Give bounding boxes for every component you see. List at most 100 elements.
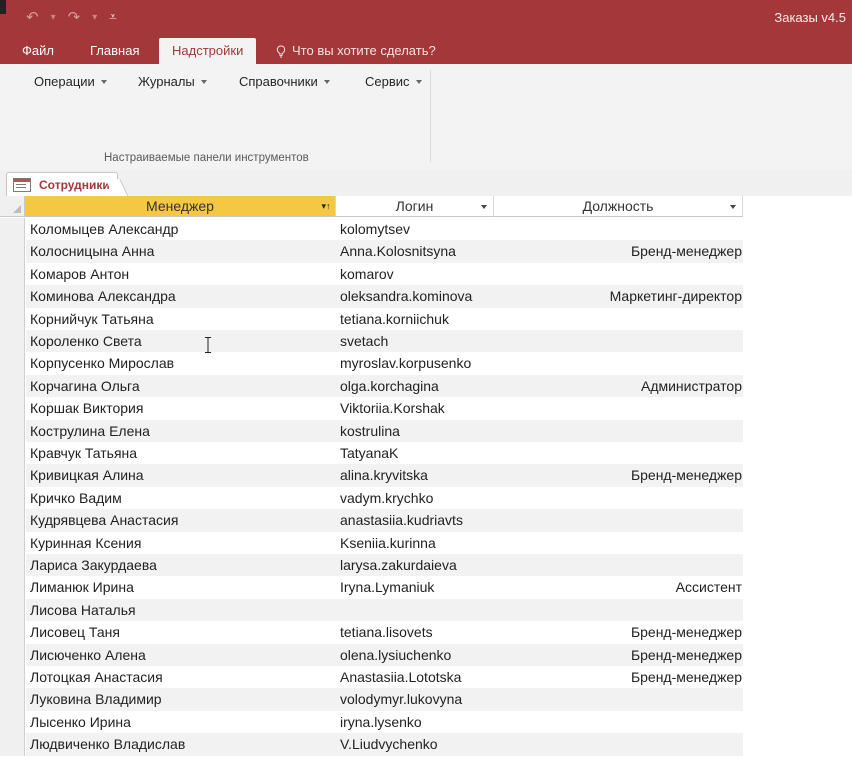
- cell-manager[interactable]: Комаров Антон: [26, 263, 336, 285]
- sort-filter-icon[interactable]: ▾↑: [321, 201, 331, 211]
- cell-login[interactable]: volodymyr.lukovyna: [336, 688, 494, 711]
- cell-manager[interactable]: Лисюченко Алена: [26, 643, 336, 666]
- table-row[interactable]: Кострулина Елена kostrulina: [0, 419, 743, 442]
- cell-manager[interactable]: Коломыцев Александр: [26, 218, 336, 240]
- row-selector[interactable]: [0, 419, 25, 442]
- table-row[interactable]: Лисюченко Алена olena.lysiuchenko Бренд-ме…: [0, 643, 743, 666]
- redo-icon[interactable]: ↷: [68, 8, 83, 26]
- cell-position[interactable]: Бренд-менеджер: [494, 666, 743, 688]
- cell-manager[interactable]: Кривицкая Алина: [26, 464, 336, 487]
- tab-home[interactable]: Главная: [90, 38, 139, 64]
- row-selector[interactable]: [0, 688, 25, 711]
- cell-manager[interactable]: Людвиченко Владислав: [26, 733, 336, 756]
- undo-icon[interactable]: ↶: [26, 8, 41, 26]
- cell-login[interactable]: anastasiia.kudriavts: [336, 509, 494, 532]
- cell-position[interactable]: [494, 598, 743, 622]
- row-selector[interactable]: [0, 240, 25, 263]
- column-header-login[interactable]: Логин: [336, 196, 494, 217]
- table-row[interactable]: Кравчук Татьяна TatyanaK: [0, 442, 743, 465]
- cell-login[interactable]: V.Liudvychenko: [336, 733, 494, 756]
- row-selector[interactable]: [0, 262, 25, 286]
- cell-position[interactable]: Бренд-менеджер: [494, 240, 743, 263]
- table-row[interactable]: Луковина Владимир volodymyr.lukovyna: [0, 688, 743, 711]
- cell-manager[interactable]: Кравчук Татьяна: [26, 442, 336, 464]
- cell-login[interactable]: olena.lysiuchenko: [336, 643, 494, 666]
- table-row[interactable]: Колосницына Анна Anna.Kolosnitsyna Бренд-м…: [0, 240, 743, 263]
- journals-menu-button[interactable]: Журналы: [138, 74, 207, 89]
- cell-position[interactable]: Бренд-менеджер: [494, 643, 743, 666]
- cell-login[interactable]: vadym.krychko: [336, 487, 494, 509]
- cell-manager[interactable]: Кудрявцева Анастасия: [26, 509, 336, 532]
- table-row[interactable]: Коршак Виктория Viktoriia.Korshak: [0, 397, 743, 420]
- table-row[interactable]: Короленко Света svetach: [0, 330, 743, 353]
- undo-dropdown-icon[interactable]: ▾: [51, 12, 58, 23]
- table-row[interactable]: Лариса Закурдаева larysa.zakurdaieva: [0, 554, 743, 577]
- cell-position[interactable]: Бренд-менеджер: [494, 464, 743, 487]
- references-menu-button[interactable]: Справочники: [239, 74, 330, 89]
- table-row[interactable]: Лотоцкая Анастасия Anastasiia.Lototska Бре…: [0, 666, 743, 689]
- row-selector[interactable]: [0, 733, 25, 756]
- cell-position[interactable]: [494, 688, 743, 711]
- cell-position[interactable]: [494, 711, 743, 733]
- cell-login[interactable]: olga.korchagina: [336, 374, 494, 398]
- table-row[interactable]: Лисова Наталья: [0, 598, 743, 622]
- cell-login[interactable]: kostrulina: [336, 419, 494, 442]
- cell-manager[interactable]: Короленко Света: [26, 330, 336, 353]
- table-row[interactable]: Лисовец Таня tetiana.lisovets Бренд-менедж…: [0, 621, 743, 644]
- table-row[interactable]: Коминова Александра oleksandra.kominova Ма…: [0, 285, 743, 308]
- cell-position[interactable]: [494, 733, 743, 756]
- cell-login[interactable]: kolomytsev: [336, 218, 494, 240]
- cell-position[interactable]: [494, 554, 743, 577]
- cell-login[interactable]: svetach: [336, 330, 494, 353]
- cell-manager[interactable]: Корнийчук Татьяна: [26, 308, 336, 330]
- cell-manager[interactable]: Кострулина Елена: [26, 419, 336, 442]
- tab-addins[interactable]: Надстройки: [159, 38, 257, 64]
- cell-manager[interactable]: Кричко Вадим: [26, 487, 336, 509]
- cell-manager[interactable]: Лотоцкая Анастасия: [26, 666, 336, 688]
- cell-position[interactable]: [494, 509, 743, 532]
- row-selector[interactable]: [0, 554, 25, 577]
- redo-dropdown-icon[interactable]: ▾: [92, 12, 99, 23]
- cell-manager[interactable]: Коминова Александра: [26, 285, 336, 308]
- row-selector[interactable]: [0, 598, 25, 622]
- cell-login[interactable]: oleksandra.kominova: [336, 285, 494, 308]
- cell-login[interactable]: myroslav.korpusenko: [336, 352, 494, 374]
- row-selector[interactable]: [0, 710, 25, 734]
- cell-position[interactable]: [494, 419, 743, 442]
- cell-manager[interactable]: Лисова Наталья: [26, 598, 336, 622]
- row-selector[interactable]: [0, 330, 25, 353]
- cell-login[interactable]: tetiana.korniichuk: [336, 308, 494, 330]
- operations-menu-button[interactable]: Операции: [34, 74, 107, 89]
- cell-position[interactable]: Ассистент: [494, 576, 743, 598]
- chevron-down-icon[interactable]: [730, 205, 736, 209]
- table-row[interactable]: Кричко Вадим vadym.krychko: [0, 486, 743, 510]
- row-selector[interactable]: [0, 464, 25, 487]
- cell-manager[interactable]: Лариса Закурдаева: [26, 554, 336, 577]
- tell-me-search[interactable]: Что вы хотите сделать?: [276, 38, 436, 64]
- cell-login[interactable]: komarov: [336, 263, 494, 285]
- row-selector[interactable]: [0, 307, 25, 330]
- table-row[interactable]: Корпусенко Мирослав myroslav.korpusenko: [0, 352, 743, 375]
- row-selector[interactable]: [0, 576, 25, 599]
- cell-login[interactable]: Anastasiia.Lototska: [336, 666, 494, 688]
- row-selector[interactable]: [0, 285, 25, 308]
- tab-employees[interactable]: Сотрудники: [6, 172, 118, 197]
- cell-manager[interactable]: Корпусенко Мирослав: [26, 352, 336, 374]
- cell-manager[interactable]: Куринная Ксения: [26, 532, 336, 554]
- row-selector[interactable]: [0, 352, 25, 375]
- cell-position[interactable]: [494, 218, 743, 240]
- table-row[interactable]: Лысенко Ирина iryna.lysenko: [0, 710, 743, 734]
- table-row[interactable]: Людвиченко Владислав V.Liudvychenko: [0, 733, 743, 756]
- cell-position[interactable]: [494, 263, 743, 285]
- cell-manager[interactable]: Луковина Владимир: [26, 688, 336, 711]
- cell-login[interactable]: alina.kryvitska: [336, 464, 494, 487]
- cell-manager[interactable]: Лисовец Таня: [26, 621, 336, 643]
- customize-toolbar-icon[interactable]: ⩡: [109, 9, 118, 25]
- row-selector[interactable]: [0, 442, 25, 465]
- tab-file[interactable]: Файл: [22, 38, 54, 64]
- cell-login[interactable]: Viktoriia.Korshak: [336, 397, 494, 419]
- row-selector[interactable]: [0, 397, 25, 420]
- cell-login[interactable]: tetiana.lisovets: [336, 621, 494, 643]
- table-row[interactable]: Лиманюк Ирина Iryna.Lymaniuk Ассистент: [0, 576, 743, 599]
- row-selector[interactable]: [0, 531, 25, 554]
